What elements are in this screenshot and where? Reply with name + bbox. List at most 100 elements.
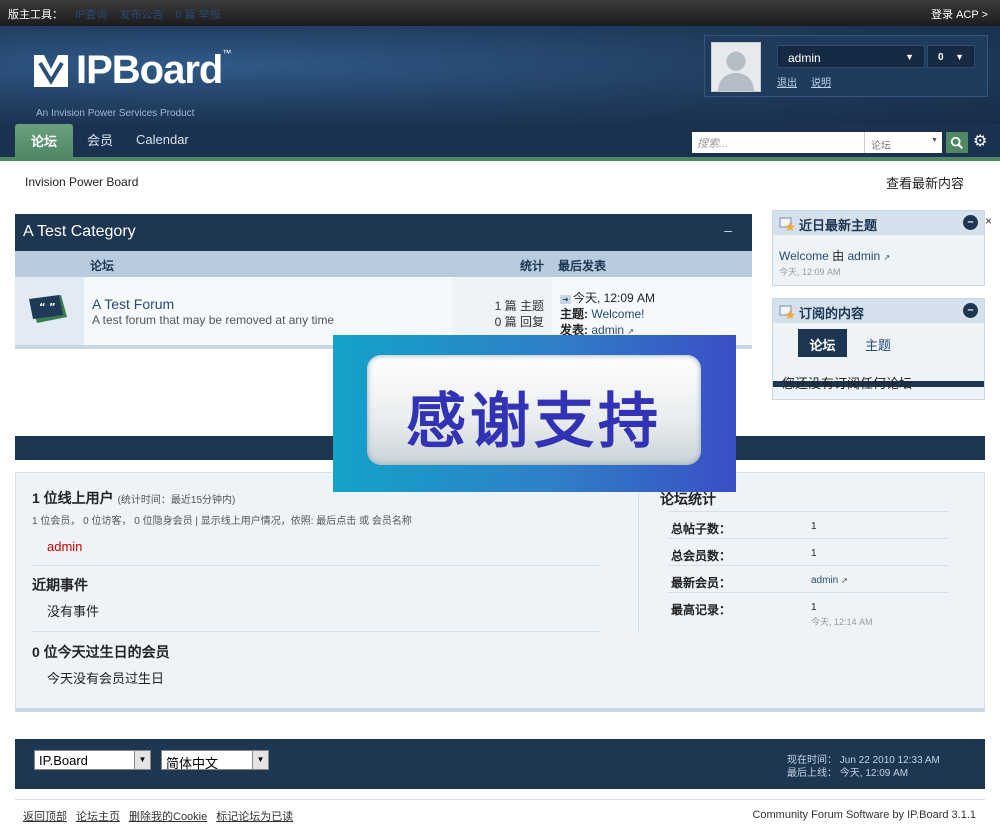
- divider: [32, 565, 600, 566]
- copyright-link[interactable]: Community Forum Software by IP.Board 3.1…: [752, 809, 976, 821]
- view-new-content-link[interactable]: 查看最新内容: [886, 173, 964, 192]
- stat-label: 总帖子数：: [671, 522, 732, 536]
- subscriptions-tabs: 论坛 主题: [773, 323, 984, 387]
- user-links: 退出 说明: [777, 74, 831, 89]
- notification-count: 0: [938, 52, 944, 63]
- category-title[interactable]: A Test Category: [23, 223, 136, 240]
- star-folder-icon: [779, 217, 795, 231]
- last-post-time: 今天, 12:09 AM: [573, 291, 656, 305]
- birthdays-body: 今天没有会员过生日: [47, 671, 165, 686]
- admin-bar: 版主工具： IP查询 发布公告 0 篇 举报 登录 ACP >: [0, 0, 1000, 26]
- acp-login-link[interactable]: 登录 ACP >: [931, 6, 988, 22]
- thanks-banner: 感谢支持: [333, 335, 736, 492]
- tab-subscribed-topics[interactable]: 主题: [865, 335, 891, 354]
- thanks-banner-text: 感谢支持: [406, 387, 662, 457]
- svg-text:“ ”: “ ”: [39, 302, 56, 313]
- user-name: admin: [788, 51, 821, 65]
- stat-row-newest-member: 最新会员： admin ↗: [668, 565, 948, 592]
- user-menu-button[interactable]: admin ▼: [777, 45, 925, 68]
- board-index-link[interactable]: 论坛主页: [76, 808, 120, 824]
- chevron-down-icon: ▼: [931, 137, 938, 144]
- recent-topic-link[interactable]: Welcome: [779, 249, 829, 263]
- search-scope-select[interactable]: 论坛 ▼: [864, 132, 942, 153]
- recent-topic-by: 由: [832, 249, 845, 263]
- gear-icon[interactable]: ⚙: [973, 131, 991, 153]
- stat-label: 最高记录：: [671, 603, 732, 617]
- ipboard-logo[interactable]: IPBoard™ An Invision Power Services Prod…: [34, 48, 231, 119]
- online-user-link[interactable]: admin: [47, 539, 82, 554]
- user-panel: admin ▼ 0 ▼ 退出 说明: [704, 35, 988, 97]
- stat-subvalue: 今天, 12:14 AM: [811, 617, 873, 627]
- mark-read-link[interactable]: 标记论坛为已读: [216, 808, 293, 824]
- stat-row-total-posts: 总帖子数： 1: [668, 511, 948, 538]
- collapse-icon[interactable]: –: [724, 222, 732, 238]
- stat-value: 1: [811, 521, 817, 532]
- forum-topic-count: 1 篇 主题: [494, 299, 544, 313]
- breadcrumb[interactable]: Invision Power Board: [25, 175, 138, 189]
- ip-lookup-link[interactable]: IP查询: [75, 6, 107, 22]
- back-to-top-link[interactable]: 返回顶部: [23, 808, 67, 824]
- help-link[interactable]: 说明: [811, 74, 831, 89]
- minimize-icon[interactable]: –: [963, 215, 978, 230]
- tab-members[interactable]: 会员: [87, 130, 113, 149]
- arrow-right-icon[interactable]: ➜: [560, 295, 571, 304]
- reports-link[interactable]: 0 篇 举报: [175, 6, 220, 22]
- stat-label: 最新会员：: [671, 576, 732, 590]
- search-input[interactable]: 搜索...: [692, 132, 864, 153]
- tab-calendar[interactable]: Calendar: [136, 132, 189, 147]
- search-icon: [950, 136, 964, 150]
- language-select-value: 简体中文: [166, 756, 219, 771]
- post-announcement-link[interactable]: 发布公告: [119, 6, 163, 22]
- current-time: 现在时间： Jun 22 2010 12:33 AM: [787, 755, 940, 766]
- category-header: A Test Category –: [15, 214, 752, 251]
- column-forum: 论坛: [90, 259, 115, 273]
- moderator-tools-label: 版主工具：: [8, 9, 63, 21]
- footer-bar: IP.Board ▼ 简体中文 ▼ 现在时间： Jun 22 2010 12:3…: [15, 739, 985, 789]
- tab-forums[interactable]: 论坛: [15, 124, 73, 157]
- recent-topics-block: 近日最新主题 – Welcome 由 admin ↗ 今天, 12:09 AM: [772, 210, 985, 286]
- forum-description: A test forum that may be removed at any …: [92, 313, 335, 327]
- forum-category: A Test Category – 论坛 统计 最后发表 “ ” A Test …: [15, 214, 752, 349]
- avatar[interactable]: [711, 42, 761, 92]
- delete-cookies-link[interactable]: 删除我的Cookie: [129, 808, 207, 824]
- footer-divider: [15, 799, 985, 800]
- chevron-down-icon: ▼: [955, 52, 964, 62]
- logout-link[interactable]: 退出: [777, 74, 797, 89]
- nav-accent-line: [0, 157, 1000, 161]
- notifications-button[interactable]: 0 ▼: [927, 45, 975, 68]
- category-column-headers: 论坛 统计 最后发表: [15, 251, 752, 277]
- recent-topic-author[interactable]: admin: [848, 249, 881, 263]
- tab-subscribed-forums[interactable]: 论坛: [798, 329, 847, 357]
- search-button[interactable]: [946, 132, 968, 153]
- header-branding: IPBoard™ An Invision Power Services Prod…: [0, 26, 1000, 124]
- last-post-topic-link[interactable]: Welcome!: [591, 307, 644, 321]
- online-users-count: 1 位线上用户: [32, 490, 114, 506]
- skin-select[interactable]: IP.Board ▼: [34, 750, 151, 770]
- stat-label: 总会员数：: [671, 549, 732, 563]
- divider: [32, 631, 600, 632]
- footer-time-info: 现在时间： Jun 22 2010 12:33 AM 最后上线： 今天, 12:…: [787, 754, 940, 780]
- forum-speech-bubble-icon: “ ”: [29, 295, 67, 323]
- column-divider: [638, 487, 639, 633]
- search-scope-value: 论坛: [871, 141, 891, 152]
- stat-value: 1: [811, 602, 817, 613]
- recent-topics-title: 近日最新主题: [799, 218, 878, 233]
- close-icon[interactable]: ×: [985, 214, 992, 228]
- column-last-post: 最后发表: [558, 259, 607, 273]
- minimize-icon[interactable]: –: [963, 303, 978, 318]
- moderator-tools: 版主工具： IP查询 发布公告 0 篇 举报: [8, 6, 221, 22]
- language-select[interactable]: 简体中文 ▼: [161, 750, 269, 771]
- external-link-icon[interactable]: ↗: [884, 253, 891, 262]
- chevron-down-icon: ▼: [134, 751, 150, 769]
- stat-value: 1: [811, 548, 817, 559]
- newest-member-link[interactable]: admin: [811, 575, 838, 586]
- external-link-icon[interactable]: ↗: [841, 576, 848, 585]
- forum-title-link[interactable]: A Test Forum: [92, 296, 174, 312]
- stat-row-most-online: 最高记录： 1 今天, 12:14 AM: [668, 592, 948, 632]
- recent-topic-time: 今天, 12:09 AM: [779, 267, 841, 277]
- footer-links: 返回顶部 论坛主页 删除我的Cookie 标记论坛为已读: [23, 808, 293, 824]
- stat-value-wrap: admin ↗: [811, 575, 848, 586]
- board-stats-box: 1 位线上用户 (统计时间：最近15分钟内) 1 位会员， 0 位访客， 0 位…: [15, 472, 985, 712]
- logo-name: IPBoard: [76, 48, 223, 92]
- board-statistics-title: 论坛统计: [660, 491, 716, 507]
